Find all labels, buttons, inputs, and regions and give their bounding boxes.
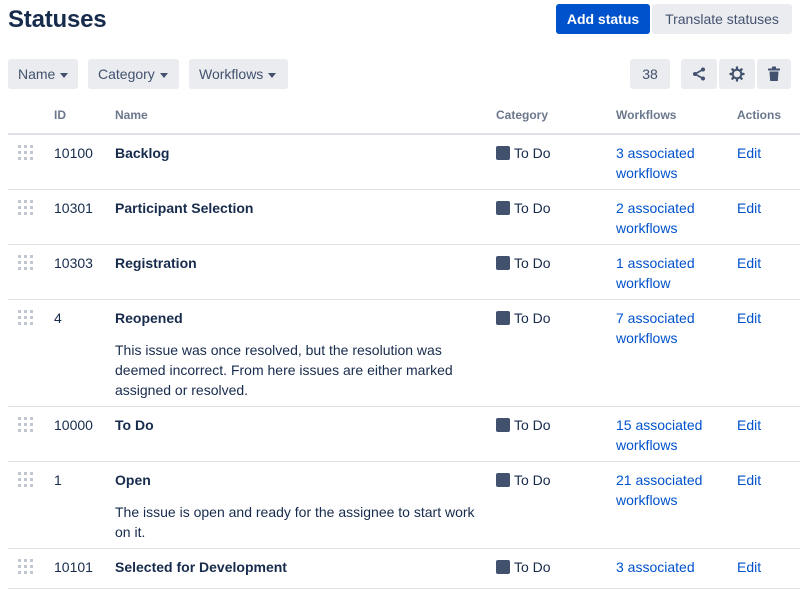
category-lozenge: To Do <box>496 253 551 273</box>
category-label: To Do <box>514 200 551 216</box>
status-name: Backlog <box>115 145 170 161</box>
drag-handle-icon[interactable] <box>18 417 33 432</box>
category-color-swatch <box>496 473 510 487</box>
trash-icon <box>768 66 780 81</box>
associated-workflows-link[interactable]: 15 associated workflows <box>616 415 726 455</box>
category-label: To Do <box>514 310 551 326</box>
drag-handle-icon[interactable] <box>18 200 33 215</box>
chevron-down-icon <box>268 72 277 78</box>
page-title: Statuses <box>8 6 107 33</box>
category-color-swatch <box>496 256 510 270</box>
column-header-id[interactable]: ID <box>54 108 66 122</box>
status-id: 10303 <box>54 255 93 271</box>
delete-button[interactable] <box>757 59 791 89</box>
associated-workflows-link[interactable]: 2 associated workflows <box>616 198 726 238</box>
category-label: To Do <box>514 559 551 575</box>
category-lozenge: To Do <box>496 308 551 328</box>
chevron-down-icon <box>60 72 69 78</box>
edit-status-link[interactable]: Edit <box>737 557 761 577</box>
category-label: To Do <box>514 145 551 161</box>
table-row: 10100 Backlog To Do 3 associated workflows E… <box>8 135 800 190</box>
drag-handle-icon[interactable] <box>18 472 33 487</box>
category-color-swatch <box>496 311 510 325</box>
drag-handle-icon[interactable] <box>18 255 33 270</box>
drag-handle-icon[interactable] <box>18 559 33 574</box>
associated-workflows-link[interactable]: 3 associated <box>616 557 726 577</box>
category-color-swatch <box>496 201 510 215</box>
translate-statuses-button[interactable]: Translate statuses <box>652 4 792 34</box>
associated-workflows-link[interactable]: 3 associated workflows <box>616 143 726 183</box>
status-id: 10100 <box>54 145 93 161</box>
edit-status-link[interactable]: Edit <box>737 415 761 435</box>
name-filter-label: Name <box>18 66 56 82</box>
workflows-filter-dropdown[interactable]: Workflows <box>189 59 288 89</box>
share-icon <box>693 67 705 81</box>
table-row: 10000 To Do To Do 15 associated workflows Ed… <box>8 407 800 462</box>
settings-button[interactable] <box>719 59 755 89</box>
status-id: 1 <box>54 472 62 488</box>
add-status-button[interactable]: Add status <box>556 4 650 34</box>
status-description: The issue is open and ready for the assi… <box>115 504 475 540</box>
category-lozenge: To Do <box>496 557 551 577</box>
chevron-down-icon <box>159 72 168 78</box>
associated-workflows-link[interactable]: 21 associated workflows <box>616 470 726 510</box>
status-id: 4 <box>54 310 62 326</box>
category-label: To Do <box>514 417 551 433</box>
status-name: Registration <box>115 255 197 271</box>
category-lozenge: To Do <box>496 470 551 490</box>
associated-workflows-link[interactable]: 1 associated workflow <box>616 253 726 293</box>
status-description: This issue was once resolved, but the re… <box>115 342 453 398</box>
category-color-swatch <box>496 560 510 574</box>
workflows-filter-label: Workflows <box>199 66 264 82</box>
category-lozenge: To Do <box>496 415 551 435</box>
edit-status-link[interactable]: Edit <box>737 198 761 218</box>
drag-handle-icon[interactable] <box>18 145 33 160</box>
name-filter-dropdown[interactable]: Name <box>8 59 78 89</box>
edit-status-link[interactable]: Edit <box>737 308 761 328</box>
status-count: 38 <box>630 59 670 89</box>
table-row: 10301 Participant Selection To Do 2 associa… <box>8 190 800 245</box>
status-name: Selected for Development <box>115 559 287 575</box>
edit-status-link[interactable]: Edit <box>737 253 761 273</box>
status-id: 10101 <box>54 559 93 575</box>
status-name: Open <box>115 472 151 488</box>
status-id: 10301 <box>54 200 93 216</box>
table-row: 4 Reopened This issue was once resolved, b… <box>8 300 800 407</box>
status-name: To Do <box>115 417 154 433</box>
category-filter-label: Category <box>98 66 155 82</box>
table-row: 10303 Registration To Do 1 associated workf… <box>8 245 800 300</box>
gear-icon <box>729 66 745 82</box>
table-row: 1 Open The issue is open and ready for the… <box>8 462 800 549</box>
category-color-swatch <box>496 418 510 432</box>
column-header-category[interactable]: Category <box>496 108 548 122</box>
table-header: ID Name Category Workflows Actions <box>0 108 800 132</box>
category-filter-dropdown[interactable]: Category <box>88 59 179 89</box>
table-row: 10101 Selected for Development To Do 3 asso… <box>8 549 800 589</box>
share-button[interactable] <box>681 59 717 89</box>
column-header-name[interactable]: Name <box>115 108 148 122</box>
column-header-workflows[interactable]: Workflows <box>616 108 676 122</box>
associated-workflows-link[interactable]: 7 associated workflows <box>616 308 726 348</box>
edit-status-link[interactable]: Edit <box>737 470 761 490</box>
category-label: To Do <box>514 472 551 488</box>
category-lozenge: To Do <box>496 143 551 163</box>
status-name: Reopened <box>115 310 183 326</box>
category-label: To Do <box>514 255 551 271</box>
status-name: Participant Selection <box>115 200 254 216</box>
edit-status-link[interactable]: Edit <box>737 143 761 163</box>
category-color-swatch <box>496 146 510 160</box>
category-lozenge: To Do <box>496 198 551 218</box>
column-header-actions: Actions <box>737 108 782 122</box>
drag-handle-icon[interactable] <box>18 310 33 325</box>
status-id: 10000 <box>54 417 93 433</box>
